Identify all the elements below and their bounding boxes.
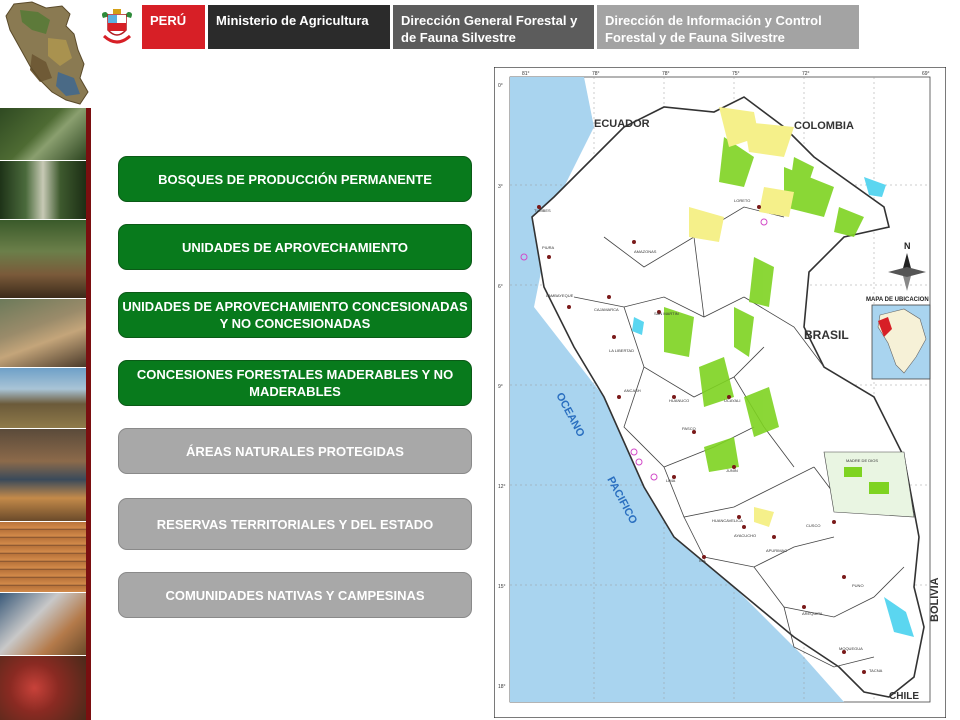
photo-river-logs (0, 368, 86, 428)
svg-text:78°: 78° (592, 71, 600, 77)
coat-of-arms-icon (102, 9, 132, 44)
svg-text:CUSCO: CUSCO (806, 523, 820, 528)
menu-button-unidades-aprovechamiento[interactable]: UNIDADES DE APROVECHAMIENTO (118, 224, 472, 270)
svg-text:JUNIN: JUNIN (726, 468, 738, 473)
svg-text:LA LIBERTAD: LA LIBERTAD (609, 348, 634, 353)
ministry-tab: Ministerio de Agricultura (208, 5, 390, 49)
svg-text:AMAZONAS: AMAZONAS (634, 249, 657, 254)
svg-text:UCAYALI: UCAYALI (724, 398, 741, 403)
strip-border (86, 108, 91, 720)
peru-collage-logo (5, 1, 89, 105)
svg-text:PIURA: PIURA (542, 245, 555, 250)
svg-text:SAN MARTIN: SAN MARTIN (654, 311, 679, 316)
svg-text:0°: 0° (498, 83, 503, 89)
svg-text:12°: 12° (498, 484, 506, 490)
svg-text:LAMBAYEQUE: LAMBAYEQUE (546, 293, 574, 298)
menu-button-reservas-territoriales[interactable]: RESERVAS TERRITORIALES Y DEL ESTADO (118, 498, 472, 550)
svg-text:18°: 18° (498, 684, 506, 690)
svg-text:PUNO: PUNO (852, 583, 864, 588)
svg-text:ANCASH: ANCASH (624, 388, 641, 393)
svg-text:HUANUCO: HUANUCO (669, 398, 689, 403)
label-ecuador: ECUADOR (594, 118, 650, 130)
svg-text:LIMA: LIMA (666, 478, 676, 483)
svg-text:N: N (904, 241, 911, 251)
dicffs-tab: Dirección de Información y Control Fores… (597, 5, 859, 49)
svg-text:HUANCAVELICA: HUANCAVELICA (712, 518, 743, 523)
country-tab: PERÚ (142, 5, 205, 49)
photo-river (0, 108, 86, 160)
menu-button-comunidades[interactable]: COMUNIDADES NATIVAS Y CAMPESINAS (118, 572, 472, 618)
menu-button-bosques-produccion[interactable]: BOSQUES DE PRODUCCIÓN PERMANENTE (118, 156, 472, 202)
svg-text:81°: 81° (522, 71, 530, 77)
svg-text:AYACUCHO: AYACUCHO (734, 533, 756, 538)
photo-crafts (0, 656, 86, 720)
svg-text:MAPA DE UBICACION: MAPA DE UBICACION (866, 297, 929, 303)
svg-text:APURIMAC: APURIMAC (766, 548, 787, 553)
photo-strip (0, 108, 92, 720)
photo-forest-trunk (0, 161, 86, 219)
menu-button-unidades-concesionadas[interactable]: UNIDADES DE APROVECHAMIENTO CONCESIONADA… (118, 292, 472, 338)
label-bolivia: BOLIVIA (929, 577, 941, 622)
photo-wood-inspection (0, 593, 86, 655)
peru-forest-map: ECUADOR COLOMBIA BRASIL BOLIVIA CHILE OC… (494, 67, 946, 718)
location-inset-map: MAPA DE UBICACION (866, 297, 931, 380)
svg-text:78°: 78° (662, 71, 670, 77)
label-colombia: COLOMBIA (794, 120, 854, 132)
menu-button-concesiones-forestales[interactable]: CONCESIONES FORESTALES MADERABLES Y NO M… (118, 360, 472, 406)
svg-text:CAJAMARCA: CAJAMARCA (594, 307, 619, 312)
svg-text:15°: 15° (498, 584, 506, 590)
photo-log-cutting (0, 299, 86, 367)
svg-text:MOQUEGUA: MOQUEGUA (839, 646, 863, 651)
svg-text:LORETO: LORETO (734, 198, 750, 203)
svg-text:75°: 75° (732, 71, 740, 77)
svg-text:PASCO: PASCO (682, 426, 696, 431)
svg-text:TUMBES: TUMBES (534, 208, 551, 213)
svg-text:MADRE DE DIOS: MADRE DE DIOS (846, 458, 878, 463)
photo-sawmill (0, 429, 86, 521)
svg-text:ICA: ICA (699, 558, 706, 563)
dgffs-tab: Dirección General Forestal y de Fauna Si… (393, 5, 594, 49)
svg-text:3°: 3° (498, 184, 503, 190)
svg-text:AREQUIPA: AREQUIPA (802, 611, 823, 616)
photo-lumber-stack (0, 522, 86, 592)
svg-text:69°: 69° (922, 71, 930, 77)
svg-text:TACNA: TACNA (869, 668, 883, 673)
svg-text:9°: 9° (498, 384, 503, 390)
menu-button-areas-protegidas[interactable]: ÁREAS NATURALES PROTEGIDAS (118, 428, 472, 474)
svg-text:6°: 6° (498, 284, 503, 290)
label-chile: CHILE (889, 691, 919, 702)
label-brasil: BRASIL (804, 328, 849, 342)
photo-forest-workers (0, 220, 86, 298)
svg-text:72°: 72° (802, 71, 810, 77)
